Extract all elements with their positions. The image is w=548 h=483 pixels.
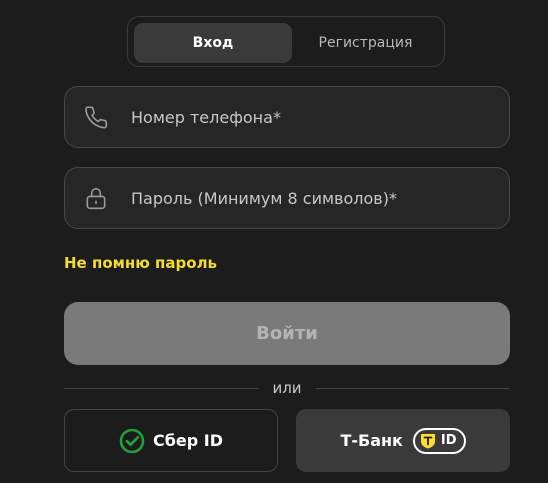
divider-line-left (64, 387, 259, 389)
tbank-shield-icon (419, 432, 437, 450)
tbank-id-text: ID (440, 433, 457, 448)
sber-id-label: Сбер ID (152, 431, 224, 450)
sber-id-button[interactable]: Сбер ID (64, 409, 278, 472)
tbank-id-button[interactable]: Т-Банк ID (296, 409, 510, 472)
tab-login[interactable]: Вход (134, 23, 292, 63)
tbank-id-badge: ID (412, 427, 466, 454)
divider-text: или (272, 379, 302, 397)
divider-line-right (315, 387, 510, 389)
phone-field[interactable] (64, 86, 510, 148)
phone-input[interactable] (131, 87, 501, 147)
password-input[interactable] (131, 168, 501, 228)
tbank-label: Т-Банк (340, 431, 403, 450)
or-divider: или (64, 378, 510, 398)
tab-register[interactable]: Регистрация (292, 23, 439, 63)
auth-tabs: Вход Регистрация (127, 16, 445, 67)
forgot-password-link[interactable]: Не помню пароль (64, 254, 217, 272)
sber-logo-icon (119, 428, 145, 454)
login-submit-button[interactable]: Войти (64, 302, 510, 365)
password-field[interactable] (64, 167, 510, 229)
lock-icon (83, 185, 109, 211)
phone-icon (83, 104, 109, 130)
